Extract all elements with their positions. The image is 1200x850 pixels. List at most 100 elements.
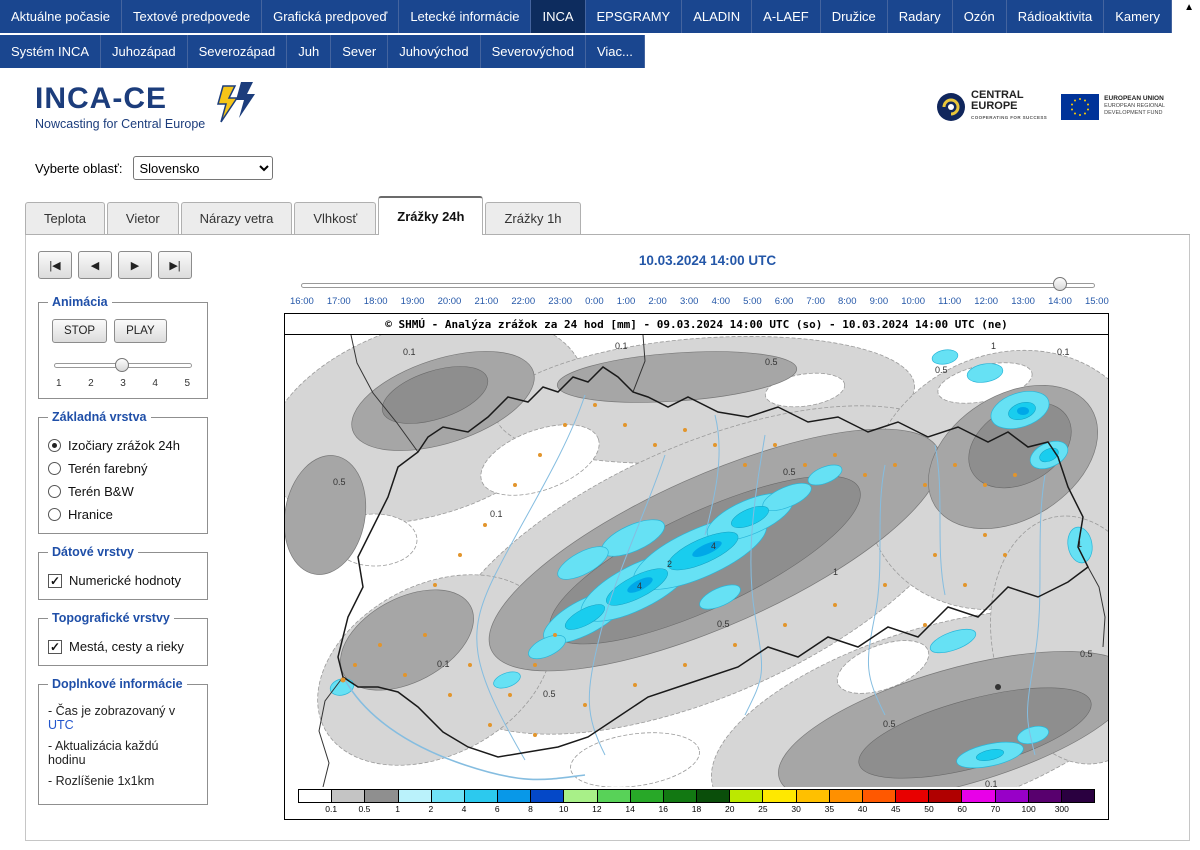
nav-item-a-laef[interactable]: A-LAEF (752, 0, 821, 33)
checkbox-option-mest-cesty-a-rieky[interactable]: Mestá, cesty a rieky (48, 639, 198, 654)
play-button[interactable]: PLAY (114, 319, 167, 343)
colorbar-label-14: 14 (625, 804, 634, 814)
checkbox-numerick-hodnoty[interactable] (48, 574, 62, 588)
tab-vietor[interactable]: Vietor (107, 202, 179, 234)
colorbar-label-12: 12 (592, 804, 601, 814)
checkbox-option-numerick-hodnoty[interactable]: Numerické hodnoty (48, 573, 198, 588)
nav-item-leteck-inform-cie[interactable]: Letecké informácie (399, 0, 531, 33)
nav-item-severov-chod[interactable]: Severovýchod (481, 35, 586, 68)
central-europe-icon (936, 92, 966, 122)
central-europe-logo: CENTRAL EUROPE COOPERATING FOR SUCCESS (936, 90, 1047, 123)
colorbar-label-0-5: 0.5 (358, 804, 370, 814)
colorbar-cell-15 (797, 790, 830, 802)
time-label-11-00: 11:00 (938, 296, 961, 307)
nav-item-epsgramy[interactable]: EPSGRAMY (586, 0, 683, 33)
nav-item-kamery[interactable]: Kamery (1104, 0, 1172, 33)
radio-ter-n-b-w[interactable] (48, 485, 61, 498)
nav-item-sever[interactable]: Sever (331, 35, 388, 68)
anim-slider-handle[interactable] (115, 358, 129, 372)
nav-row-1: Aktuálne počasieTextové predpovedeGrafic… (0, 0, 1172, 33)
current-time-title: 10.03.2024 14:00 UTC (226, 253, 1189, 268)
colorbar-labels: 0.10.51246810121416182025303540455060701… (298, 804, 1095, 816)
tab-n-razy-vetra[interactable]: Nárazy vetra (181, 202, 293, 234)
scrollbar-up-icon[interactable]: ▲ (1184, 2, 1194, 13)
prev-frame-button[interactable]: ◀ (78, 251, 112, 279)
region-select[interactable]: Slovensko (133, 156, 273, 180)
nav-item-viac[interactable]: Viac... (586, 35, 645, 68)
radio-option-hranice[interactable]: Hranice (48, 507, 198, 522)
nav-item-aktu-lne-po-asie[interactable]: Aktuálne počasie (0, 0, 122, 33)
eu-logo: EUROPEAN UNION EUROPEAN REGIONAL DEVELOP… (1061, 94, 1165, 120)
time-slider-handle[interactable] (1053, 277, 1067, 291)
time-label-3-00: 3:00 (680, 296, 699, 307)
colorbar-label-2: 2 (428, 804, 433, 814)
contour-label: 0.1 (985, 779, 998, 787)
nav-item-juhov-chod[interactable]: Juhovýchod (388, 35, 480, 68)
frame-number-2: 2 (88, 378, 94, 389)
time-label-19-00: 19:00 (401, 296, 425, 307)
radio-hranice[interactable] (48, 508, 61, 521)
base-layer-legend: Základná vrstva (48, 410, 151, 424)
info-fieldset: Doplnkové informácie - Čas je zobrazovan… (38, 677, 208, 805)
radio-option-izo-iary-zr-ok-24h[interactable]: Izočiary zrážok 24h (48, 438, 198, 453)
time-label-8-00: 8:00 (838, 296, 857, 307)
tab-bar: TeplotaVietorNárazy vetraVlhkosťZrážky 2… (25, 196, 1190, 235)
eu-logo-line1: EUROPEAN UNION (1104, 95, 1165, 103)
colorbar-label-6: 6 (495, 804, 500, 814)
radio-ter-n-farebn[interactable] (48, 462, 61, 475)
ce-logo-line2: EUROPE (971, 101, 1047, 112)
colorbar-cell-11 (664, 790, 697, 802)
contour-label: 1 (991, 341, 996, 351)
time-slider-track[interactable] (301, 283, 1095, 288)
nav-item-juh[interactable]: Juh (287, 35, 331, 68)
tab-teplota[interactable]: Teplota (25, 202, 105, 234)
animation-slider[interactable] (54, 358, 192, 374)
nav-item-juhoz-pad[interactable]: Juhozápad (101, 35, 188, 68)
contour-label: 4 (637, 581, 642, 591)
utc-link[interactable]: UTC (48, 718, 74, 732)
info-line-1: - Čas je zobrazovaný v UTC (48, 704, 198, 732)
nav-item-textov-predpovede[interactable]: Textové predpovede (122, 0, 262, 33)
nav-item-r-dioaktivita[interactable]: Rádioaktivita (1007, 0, 1104, 33)
nav-item-grafick-predpove[interactable]: Grafická predpoveď (262, 0, 399, 33)
time-label-15-00: 15:00 (1085, 296, 1109, 307)
nav-item-severoz-pad[interactable]: Severozápad (188, 35, 288, 68)
nav-item-radary[interactable]: Radary (888, 0, 953, 33)
first-frame-button[interactable]: |◀ (38, 251, 72, 279)
colorbar-cell-6 (498, 790, 531, 802)
tab-vlhkos[interactable]: Vlhkosť (294, 202, 376, 234)
animation-fieldset: Animácia STOP PLAY 12345 (38, 295, 208, 399)
stop-button[interactable]: STOP (52, 319, 107, 343)
colorbar-cell-12 (697, 790, 730, 802)
nav-item-dru-ice[interactable]: Družice (821, 0, 888, 33)
colorbar-label-45: 45 (891, 804, 900, 814)
last-frame-button[interactable]: ▶| (158, 251, 192, 279)
nav-item-inca[interactable]: INCA (531, 0, 585, 33)
contour-label: 1 (833, 567, 838, 577)
colorbar-label-16: 16 (659, 804, 668, 814)
time-label-17-00: 17:00 (327, 296, 351, 307)
next-frame-button[interactable]: ▶ (118, 251, 152, 279)
radio-izo-iary-zr-ok-24h[interactable] (48, 439, 61, 452)
contour-label: 4 (711, 541, 716, 551)
time-label-9-00: 9:00 (870, 296, 889, 307)
nav-item-aladin[interactable]: ALADIN (682, 0, 752, 33)
frame-number-3: 3 (120, 378, 126, 389)
nav-item-syst-m-inca[interactable]: Systém INCA (0, 35, 101, 68)
tab-zr-ky-1h[interactable]: Zrážky 1h (485, 202, 580, 234)
animation-legend: Animácia (48, 295, 112, 309)
colorbar-label-4: 4 (462, 804, 467, 814)
radio-option-ter-n-b-w[interactable]: Terén B&W (48, 484, 198, 499)
time-slider[interactable] (301, 277, 1095, 295)
colorbar-cell-16 (830, 790, 863, 802)
colorbar-label-10: 10 (559, 804, 568, 814)
checkbox-mest-cesty-a-rieky[interactable] (48, 640, 62, 654)
header: INCA-CE Nowcasting for Central Europe CE… (0, 68, 1200, 140)
time-label-14-00: 14:00 (1048, 296, 1072, 307)
nav-item-oz-n[interactable]: Ozón (953, 0, 1007, 33)
radio-option-ter-n-farebn[interactable]: Terén farebný (48, 461, 198, 476)
colorbar-cell-22 (1029, 790, 1062, 802)
contour-label: 0.1 (1057, 347, 1070, 357)
contour-label: 0.5 (883, 719, 896, 729)
tab-zr-ky-24h[interactable]: Zrážky 24h (378, 196, 483, 235)
